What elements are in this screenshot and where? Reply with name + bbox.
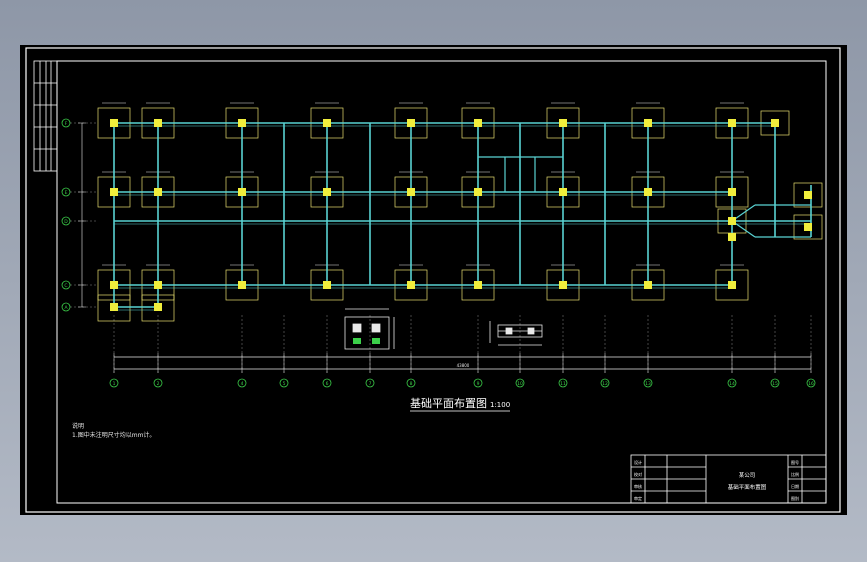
axis-label-column: 12 bbox=[602, 381, 608, 387]
axis-label-column: 4 bbox=[241, 381, 244, 387]
column-marker bbox=[323, 281, 331, 289]
notes-line: 1.图中未注明尺寸均以mm计。 bbox=[72, 431, 155, 439]
column-marker bbox=[559, 281, 567, 289]
column-marker bbox=[728, 119, 736, 127]
axis-label-column: 5 bbox=[283, 381, 286, 387]
column-marker bbox=[110, 119, 118, 127]
column-marker bbox=[407, 119, 415, 127]
cad-viewport[interactable]: 43800 1 2 4 5 6 7 8 9 10 11 12 13 14 15 16 F E D C A 基础平面布置… bbox=[20, 45, 847, 515]
column-marker bbox=[804, 223, 812, 231]
title-block-cell-label: 比例 bbox=[791, 471, 799, 477]
column-marker bbox=[110, 188, 118, 196]
title-block-cell-label: 设计 bbox=[634, 459, 642, 465]
axis-label-row: F bbox=[65, 121, 68, 127]
axis-label-column: 11 bbox=[560, 381, 566, 387]
axis-label-column: 1 bbox=[113, 381, 116, 387]
column-marker bbox=[644, 188, 652, 196]
axis-label-column: 6 bbox=[326, 381, 329, 387]
title-block-cell-label: 图别 bbox=[791, 495, 799, 501]
axis-label-column: 14 bbox=[729, 381, 735, 387]
title-block-cell-label: 校对 bbox=[634, 471, 642, 477]
overall-dimension-text: 43800 bbox=[457, 363, 470, 368]
column-marker bbox=[110, 281, 118, 289]
column-marker bbox=[771, 119, 779, 127]
beam-section-detail bbox=[489, 321, 543, 346]
axis-label-column: 16 bbox=[808, 381, 814, 387]
column-marker bbox=[728, 281, 736, 289]
sheet-inner-frame bbox=[56, 60, 827, 504]
column-marker bbox=[728, 188, 736, 196]
column-marker bbox=[474, 281, 482, 289]
column-marker bbox=[154, 188, 162, 196]
foundation-plan-drawing: 43800 1 2 4 5 6 7 8 9 10 11 12 13 14 15 16FEDCA 基础平面布置… bbox=[25, 47, 841, 513]
column-marker bbox=[728, 233, 736, 241]
axis-bubble-group: 1 2 4 5 6 7 8 9 10 11 12 13 14 15 16FEDCA bbox=[61, 118, 816, 388]
column-marker bbox=[238, 119, 246, 127]
axis-label-row: D bbox=[64, 219, 68, 225]
column-marker bbox=[407, 188, 415, 196]
drawing-title: 基础平面布置图 bbox=[410, 397, 487, 410]
column-marker bbox=[559, 188, 567, 196]
axis-label-column: 9 bbox=[477, 381, 480, 387]
title-block-project: 某公司 bbox=[739, 472, 756, 479]
column-marker bbox=[323, 119, 331, 127]
column-marker bbox=[238, 281, 246, 289]
column-marker bbox=[323, 188, 331, 196]
axis-label-column: 7 bbox=[369, 381, 372, 387]
axis-label-row: C bbox=[64, 283, 67, 289]
column-marker bbox=[644, 119, 652, 127]
column-marker bbox=[154, 119, 162, 127]
column-marker bbox=[728, 217, 736, 225]
title-block-drawing-name: 基础平面布置图 bbox=[728, 483, 767, 491]
column-marker bbox=[559, 119, 567, 127]
title-block-cell-label: 图号 bbox=[791, 459, 799, 465]
axis-label-column: 10 bbox=[517, 381, 523, 387]
foundation-beam-group bbox=[113, 122, 812, 311]
title-block-cell-label: 审核 bbox=[634, 483, 642, 489]
pile-cap-detail bbox=[344, 308, 395, 350]
title-block-cell-label: 日期 bbox=[791, 483, 799, 489]
column-marker bbox=[804, 191, 812, 199]
axis-label-row: E bbox=[65, 190, 68, 196]
axis-label-column: 13 bbox=[645, 381, 651, 387]
dimension-group: 43800 bbox=[78, 122, 812, 373]
column-marker bbox=[644, 281, 652, 289]
column-group bbox=[110, 119, 812, 311]
title-block-cell-label: 审定 bbox=[634, 495, 642, 501]
sheet-outer-frame bbox=[25, 47, 841, 513]
drawing-scale: 1:100 bbox=[490, 401, 510, 409]
column-marker bbox=[474, 188, 482, 196]
column-marker bbox=[474, 119, 482, 127]
column-marker bbox=[154, 303, 162, 311]
column-marker bbox=[154, 281, 162, 289]
binding-strip bbox=[33, 60, 58, 172]
notes-heading: 说明 bbox=[72, 422, 84, 430]
axis-label-column: 2 bbox=[157, 381, 160, 387]
axis-label-column: 15 bbox=[772, 381, 778, 387]
column-marker bbox=[110, 303, 118, 311]
column-marker bbox=[238, 188, 246, 196]
column-marker bbox=[407, 281, 415, 289]
axis-label-column: 8 bbox=[410, 381, 413, 387]
